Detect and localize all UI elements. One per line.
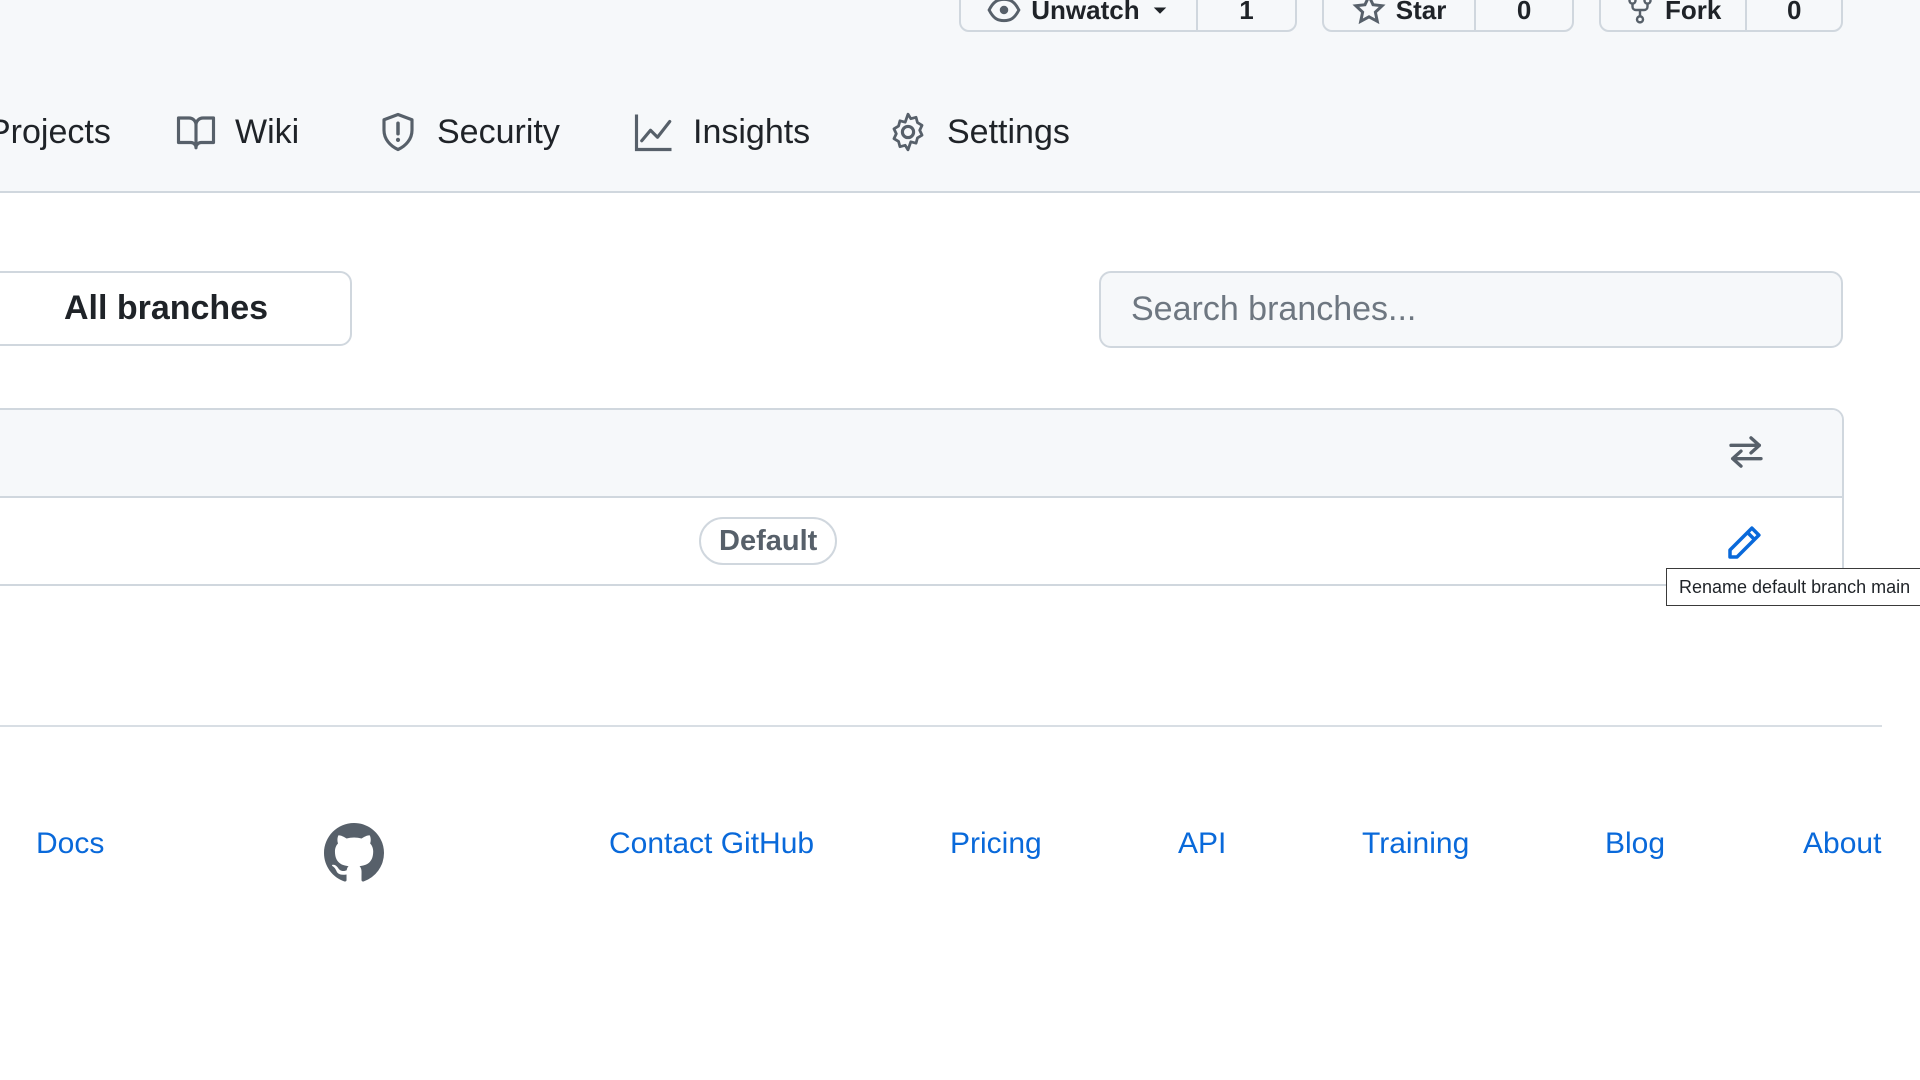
stargazers-count-value: 0 <box>1516 0 1532 25</box>
footer-link-api[interactable]: API <box>1178 827 1226 861</box>
unwatch-label: Unwatch <box>1031 0 1140 25</box>
tab-settings[interactable]: Settings <box>887 107 1070 157</box>
fork-icon <box>1628 0 1652 24</box>
tooltip-text: Rename default branch main <box>1679 576 1911 597</box>
tab-label: Wiki <box>235 112 300 151</box>
branches-table: Default <box>0 408 1844 586</box>
search-branches-input[interactable] <box>1099 271 1843 348</box>
footer-link-contact-github[interactable]: Contact GitHub <box>609 827 814 861</box>
forks-count[interactable]: 0 <box>1745 0 1841 30</box>
forks-count-value: 0 <box>1786 0 1802 25</box>
eye-icon <box>987 0 1021 23</box>
github-mark-icon[interactable] <box>324 823 384 883</box>
all-branches-filter[interactable]: All branches <box>0 271 352 346</box>
footer-divider <box>0 725 1882 727</box>
star-icon <box>1352 0 1386 25</box>
tab-label: Security <box>437 112 560 151</box>
footer-link-pricing[interactable]: Pricing <box>950 827 1042 861</box>
pencil-icon[interactable] <box>1723 522 1765 564</box>
unwatch-button[interactable]: Unwatch <box>961 0 1196 30</box>
tab-label: Settings <box>947 112 1070 151</box>
default-badge-label: Default <box>719 524 818 557</box>
tab-label: Insights <box>693 112 811 151</box>
watchers-count[interactable]: 1 <box>1195 0 1295 30</box>
star-button-group: Star 0 <box>1322 0 1574 32</box>
tab-projects[interactable]: Projects <box>0 107 111 157</box>
fork-button[interactable]: Fork <box>1601 0 1745 30</box>
graph-icon <box>634 114 672 152</box>
default-badge: Default <box>699 517 838 565</box>
stargazers-count[interactable]: 0 <box>1474 0 1572 30</box>
footer-link-about[interactable]: About <box>1803 827 1881 861</box>
all-branches-label: All branches <box>63 289 269 327</box>
branches-table-header <box>0 410 1842 498</box>
footer-link-blog[interactable]: Blog <box>1605 827 1665 861</box>
tab-insights[interactable]: Insights <box>633 107 810 157</box>
gear-icon <box>892 112 924 152</box>
book-icon <box>176 116 216 150</box>
fork-button-group: Fork 0 <box>1599 0 1843 32</box>
footer-link-docs[interactable]: Docs <box>36 827 104 861</box>
compare-arrows-icon[interactable] <box>1726 432 1766 472</box>
fork-label: Fork <box>1665 0 1722 25</box>
star-button[interactable]: Star <box>1324 0 1474 30</box>
footer-link-training[interactable]: Training <box>1362 827 1469 861</box>
star-label: Star <box>1395 0 1447 25</box>
repo-header: Unwatch 1 Star 0 Fork 0 Projects Wiki Se… <box>0 0 1920 193</box>
chevron-down-icon <box>1153 7 1166 14</box>
tab-wiki[interactable]: Wiki <box>175 107 299 157</box>
rename-tooltip: Rename default branch main <box>1666 568 1920 606</box>
tab-label: Projects <box>0 112 111 151</box>
shield-icon <box>382 112 414 152</box>
tab-security[interactable]: Security <box>377 107 560 157</box>
watch-button-group: Unwatch 1 <box>959 0 1297 32</box>
watchers-count-value: 1 <box>1239 0 1254 25</box>
